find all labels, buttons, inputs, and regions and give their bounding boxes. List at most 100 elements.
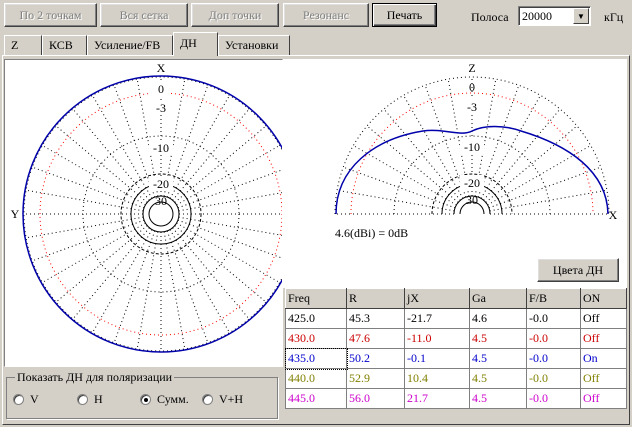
table-cell[interactable]: On bbox=[580, 348, 627, 369]
table-cell[interactable]: 445.0 bbox=[285, 388, 347, 409]
table-cell[interactable]: -0.0 bbox=[526, 308, 581, 329]
table-row[interactable]: 435.0 50.2 -0.1 4.5 -0.0 On bbox=[284, 347, 627, 370]
grid-ray bbox=[336, 189, 455, 212]
table-cell[interactable]: Off bbox=[580, 328, 627, 349]
elev-ring-label-20: -20 bbox=[464, 176, 480, 190]
table-cell[interactable]: Off bbox=[580, 368, 627, 389]
table-cell[interactable]: -11.0 bbox=[404, 328, 470, 349]
table-cell[interactable]: 435.0 bbox=[284, 347, 348, 370]
col-freq-header[interactable]: Freq bbox=[285, 288, 347, 309]
table-cell[interactable]: 21.7 bbox=[404, 388, 470, 409]
radio-vh-dot[interactable] bbox=[202, 394, 213, 405]
table-cell[interactable]: -0.0 bbox=[526, 328, 581, 349]
grid-ray bbox=[174, 125, 267, 203]
radio-h-label: H bbox=[94, 392, 103, 406]
elevation-plot-svg: Z X 0 -3 -10 -20 30 4.6(dBi) = 0dB bbox=[334, 61, 618, 240]
col-ga-header[interactable]: Ga bbox=[469, 288, 527, 309]
grid-ray bbox=[166, 230, 209, 343]
grid-ray bbox=[383, 108, 461, 201]
col-r-header[interactable]: R bbox=[346, 288, 405, 309]
band-value: 20000 bbox=[522, 9, 552, 23]
table-cell[interactable]: 52.9 bbox=[346, 368, 405, 389]
grid-ray bbox=[172, 108, 250, 201]
table-cell[interactable]: Off bbox=[580, 388, 627, 409]
ring-label-30: 30 bbox=[155, 194, 167, 208]
table-cell[interactable]: Off bbox=[580, 308, 627, 329]
table-header-row: Freq R jX Ga F/B ON bbox=[285, 288, 627, 309]
ring-label-0: 0 bbox=[158, 82, 164, 96]
col-fb-header[interactable]: F/B bbox=[526, 288, 581, 309]
tab-gain-fb[interactable]: Усиление/FB bbox=[87, 35, 173, 55]
grid-ray bbox=[174, 225, 267, 303]
grid-ray bbox=[42, 222, 146, 283]
table-cell[interactable]: -0.0 bbox=[526, 348, 581, 369]
table-cell[interactable]: -0.1 bbox=[404, 348, 470, 369]
table-cell[interactable]: 4.5 bbox=[469, 348, 527, 369]
grid-ray bbox=[489, 189, 608, 212]
radio-v-plus-h[interactable]: V+H bbox=[202, 392, 243, 407]
grid-ray bbox=[178, 189, 297, 212]
ring-label-20: -20 bbox=[153, 177, 169, 191]
elev-ring-label-3: -3 bbox=[467, 100, 477, 114]
pattern-colors-button[interactable]: Цвета ДН bbox=[537, 258, 619, 282]
col-jx-header[interactable]: jX bbox=[404, 288, 470, 309]
table-row[interactable]: 430.0 47.6 -11.0 4.5 -0.0 Off bbox=[285, 328, 627, 349]
table-cell[interactable]: 45.3 bbox=[346, 308, 405, 329]
tab-pattern[interactable]: ДН bbox=[173, 32, 218, 56]
grid-ray bbox=[55, 125, 148, 203]
elevation-top-label: Z bbox=[468, 61, 475, 75]
grid-ray bbox=[169, 229, 230, 333]
grid-ray bbox=[136, 231, 159, 350]
tab-z[interactable]: Z bbox=[4, 35, 42, 55]
table-cell[interactable]: 47.6 bbox=[346, 328, 405, 349]
ring-label-3: -3 bbox=[156, 101, 166, 115]
table-cell[interactable]: 56.0 bbox=[346, 388, 405, 409]
table-row[interactable]: 445.0 56.0 21.7 4.5 -0.0 Off bbox=[285, 388, 627, 409]
table-cell[interactable]: -0.0 bbox=[526, 368, 581, 389]
table-cell[interactable]: 4.5 bbox=[469, 328, 527, 349]
grid-ray bbox=[113, 85, 156, 198]
radio-v-dot[interactable] bbox=[13, 394, 24, 405]
radio-h[interactable]: H bbox=[77, 392, 103, 407]
polarization-title: Показать ДН для поляризации bbox=[15, 370, 175, 385]
elevation-side-label: X bbox=[609, 208, 618, 222]
table-cell[interactable]: 4.6 bbox=[469, 308, 527, 329]
band-select[interactable]: 20000 ▼ bbox=[518, 6, 591, 26]
table-cell[interactable]: 440.0 bbox=[285, 368, 347, 389]
table-cell[interactable]: 430.0 bbox=[285, 328, 347, 349]
table-cell[interactable]: 50.2 bbox=[346, 348, 405, 369]
extra-points-button[interactable]: Доп точки bbox=[191, 3, 279, 27]
table-row[interactable]: 425.0 45.3 -21.7 4.6 -0.0 Off bbox=[285, 308, 627, 329]
table-cell[interactable]: -0.0 bbox=[526, 388, 581, 409]
table-cell[interactable]: -21.7 bbox=[404, 308, 470, 329]
radio-sum[interactable]: Сумм. bbox=[140, 392, 189, 407]
polarization-group: Показать ДН для поляризации V H Сумм. V+… bbox=[6, 370, 278, 419]
grid-ray bbox=[25, 189, 144, 212]
tab-swr[interactable]: КСВ bbox=[42, 35, 87, 55]
grid-ray bbox=[32, 219, 145, 262]
elev-ring-label-0: 0 bbox=[469, 80, 475, 94]
table-cell[interactable]: 425.0 bbox=[285, 308, 347, 329]
table-cell[interactable]: 4.5 bbox=[469, 388, 527, 409]
grid-ray bbox=[477, 85, 520, 198]
grid-ray bbox=[178, 216, 297, 239]
radio-v[interactable]: V bbox=[13, 392, 39, 407]
col-on-header[interactable]: ON bbox=[580, 288, 627, 309]
table-cell[interactable]: 10.4 bbox=[404, 368, 470, 389]
print-button[interactable]: Печать bbox=[372, 3, 437, 27]
grid-ray bbox=[169, 95, 230, 199]
resonance-button[interactable]: Резонанс bbox=[283, 3, 369, 27]
table-cell[interactable]: 4.5 bbox=[469, 368, 527, 389]
two-points-button[interactable]: По 2 точкам bbox=[4, 3, 97, 27]
grid-ray bbox=[366, 125, 459, 203]
table-row[interactable]: 440.0 52.9 10.4 4.5 -0.0 Off bbox=[285, 368, 627, 389]
tab-settings[interactable]: Установки bbox=[218, 35, 290, 55]
chevron-down-icon[interactable]: ▼ bbox=[573, 8, 589, 24]
grid-ray bbox=[113, 230, 156, 343]
grid-ray bbox=[403, 95, 464, 199]
radio-h-dot[interactable] bbox=[77, 394, 88, 405]
frequency-table: Freq R jX Ga F/B ON 425.0 45.3 -21.7 4.6 -0.… bbox=[284, 288, 627, 409]
radio-v-label: V bbox=[30, 392, 39, 406]
radio-sum-dot[interactable] bbox=[140, 394, 151, 405]
all-grid-button[interactable]: Вся сетка bbox=[100, 3, 188, 27]
